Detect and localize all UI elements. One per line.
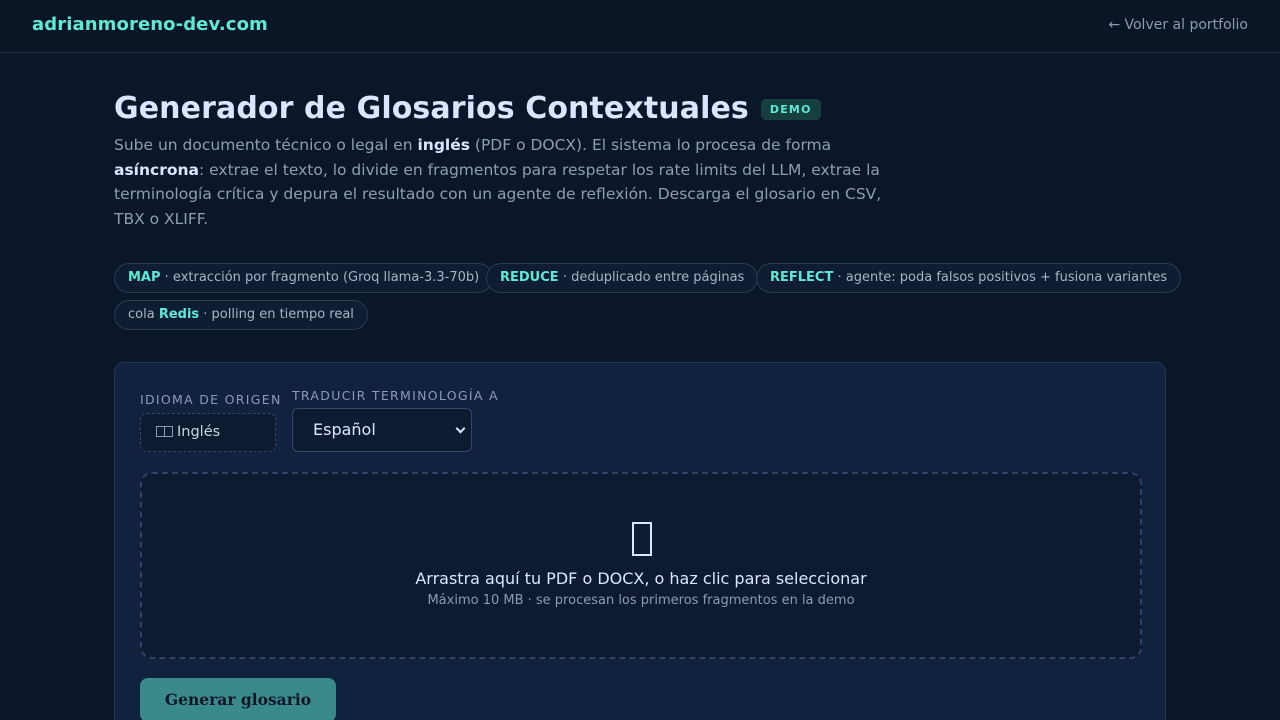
demo-badge: DEMO <box>760 98 821 120</box>
page-description: Sube un documento técnico o legal en ing… <box>114 133 884 231</box>
source-language-label: IDIOMA DE ORIGEN <box>140 392 282 407</box>
dropzone-title: Arrastra aquí tu PDF o DOCX, o haz clic … <box>415 569 867 588</box>
chip-text: · deduplicado entre páginas <box>558 270 745 285</box>
source-language-value: Inglés <box>177 424 221 440</box>
chip-key: Redis <box>158 307 200 322</box>
file-dropzone[interactable]: Arrastra aquí tu PDF o DOCX, o haz clic … <box>140 472 1142 659</box>
back-to-portfolio-link[interactable]: ← Volver al portfolio <box>1108 17 1248 33</box>
desc-bold-1: inglés <box>417 136 470 154</box>
upload-card: IDIOMA DE ORIGEN Inglés TRADUCIR TERMINO… <box>114 362 1166 720</box>
site-brand[interactable]: adrianmoreno-dev.com <box>32 14 268 35</box>
page-title: Generador de Glosarios Contextuales <box>114 90 749 126</box>
generate-glossary-button[interactable]: Generar glosario <box>140 678 336 720</box>
desc-part-3: : extrae el texto, lo divide en fragment… <box>114 160 882 228</box>
chip-prefix: cola <box>128 307 159 322</box>
chip-text: · agente: poda falsos positivos + fusion… <box>833 270 1168 285</box>
source-language-field: Inglés <box>140 413 276 452</box>
chevron-down-icon <box>455 423 466 434</box>
chip-redis: cola Redis · polling en tiempo real <box>114 300 368 330</box>
chip-map: MAP · extracción por fragmento (Groq lla… <box>114 263 494 293</box>
chip-key: REFLECT <box>770 270 834 285</box>
flag-icon <box>156 426 173 437</box>
chip-reflect: REFLECT · agente: poda falsos positivos … <box>756 263 1182 293</box>
target-language-select[interactable]: Español <box>292 408 472 452</box>
target-language-value: Español <box>313 420 376 439</box>
desc-part-2: (PDF o DOCX). El sistema lo procesa de f… <box>469 136 832 154</box>
main-content: Generador de Glosarios Contextuales DEMO… <box>114 88 1182 330</box>
document-icon <box>632 522 652 556</box>
dropzone-subtitle: Máximo 10 MB · se procesan los primeros … <box>427 593 855 608</box>
chip-key: MAP <box>128 270 161 285</box>
desc-part-1: Sube un documento técnico o legal en <box>114 136 418 154</box>
chip-key: REDUCE <box>500 270 559 285</box>
top-bar: adrianmoreno-dev.com ← Volver al portfol… <box>0 0 1280 53</box>
desc-bold-2: asíncrona <box>114 160 200 179</box>
title-row: Generador de Glosarios Contextuales DEMO <box>114 88 1166 128</box>
chip-text: · extracción por fragmento (Groq llama-3… <box>160 270 480 285</box>
chip-text: · polling en tiempo real <box>199 307 354 322</box>
chip-reduce: REDUCE · deduplicado entre páginas <box>486 263 759 293</box>
target-language-label: TRADUCIR TERMINOLOGÍA A <box>292 388 499 403</box>
